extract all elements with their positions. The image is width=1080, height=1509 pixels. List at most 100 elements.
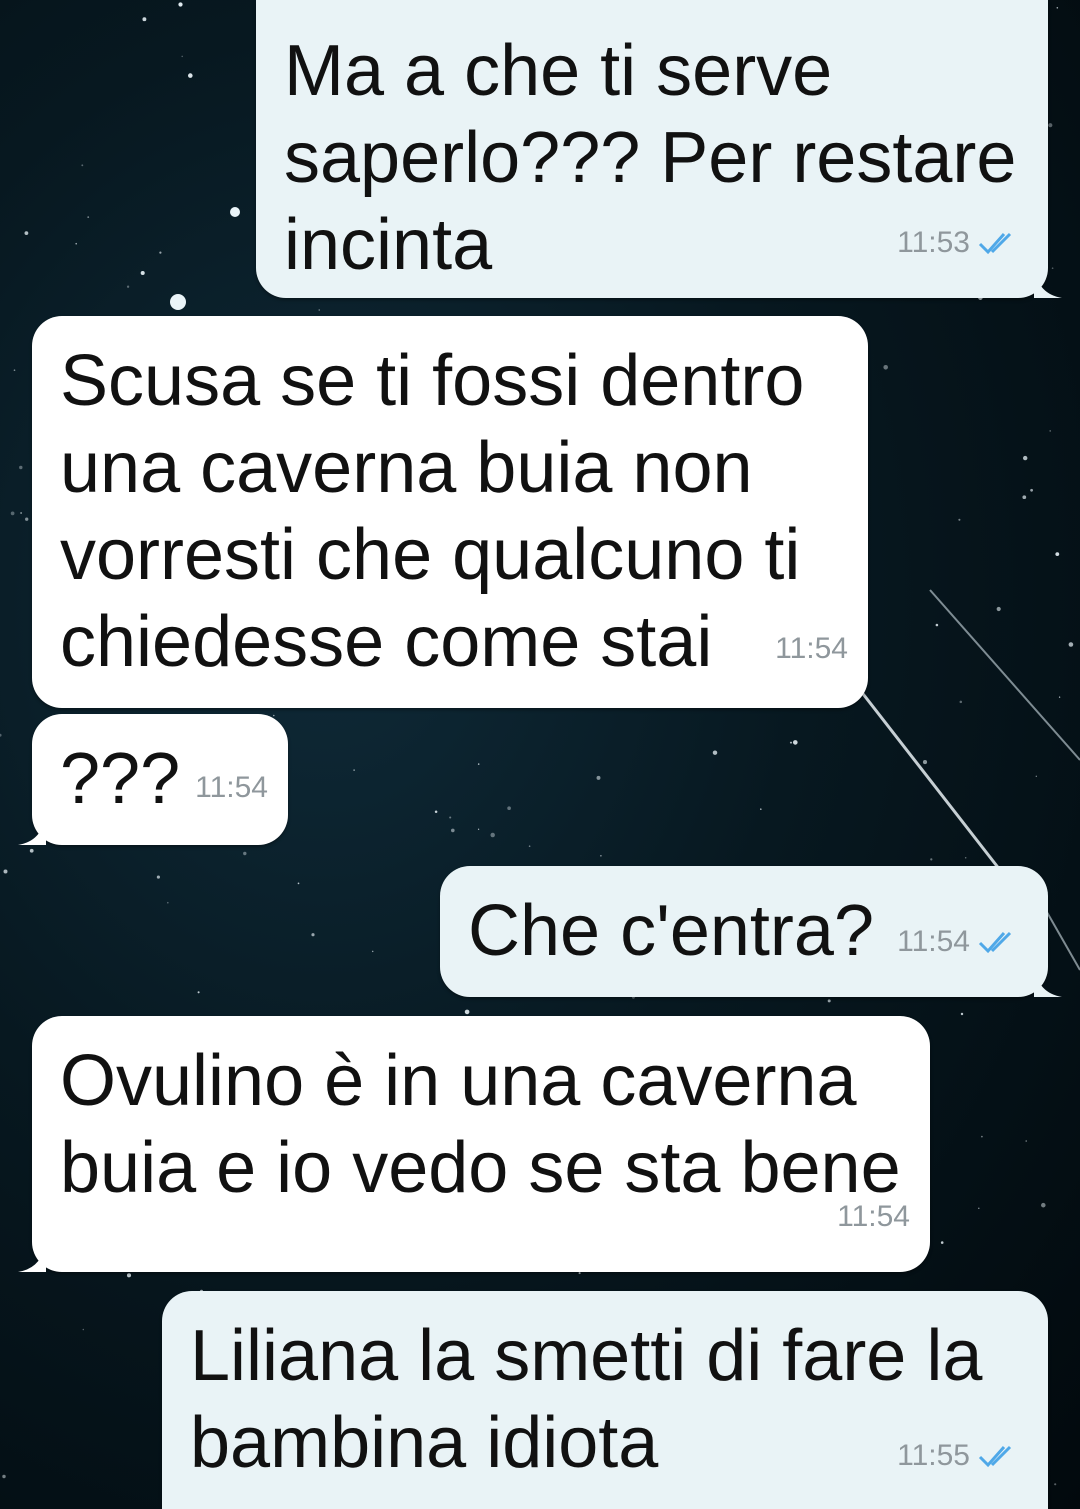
star — [827, 999, 831, 1003]
star — [490, 832, 495, 838]
star — [1025, 1140, 1027, 1142]
star — [578, 1272, 581, 1275]
star — [596, 775, 601, 780]
double-check-read-icon — [978, 1445, 1012, 1467]
star — [167, 901, 169, 904]
star — [1058, 696, 1061, 698]
star — [140, 270, 145, 276]
bubble-tail — [18, 1242, 46, 1272]
star — [1048, 123, 1053, 128]
message-meta: 11:54 — [897, 898, 1022, 985]
star — [1030, 488, 1033, 492]
star — [159, 251, 162, 254]
star — [353, 769, 355, 771]
star — [792, 740, 798, 745]
star — [178, 2, 183, 7]
star — [19, 465, 23, 470]
message-bubble-incoming[interactable]: ??? 11:54 — [18, 714, 288, 845]
star — [964, 856, 967, 859]
star — [996, 606, 1001, 612]
star — [10, 511, 15, 516]
shooting-star — [858, 689, 1002, 871]
star — [1054, 1483, 1057, 1486]
star — [371, 950, 374, 953]
message-bubble-outgoing[interactable]: Ma a che ti serve saperlo??? Per restare… — [256, 0, 1062, 298]
message-time: 11:54 — [897, 925, 970, 958]
message-time: 11:54 — [775, 632, 848, 665]
star — [981, 1135, 983, 1138]
double-check-read-icon — [978, 931, 1012, 953]
message-time: 11:53 — [897, 226, 970, 259]
star — [600, 854, 602, 857]
star — [1022, 495, 1027, 500]
star — [197, 991, 200, 994]
message-bubble-outgoing[interactable]: Che c'entra? 11:54 — [440, 866, 1062, 997]
star — [1041, 1202, 1046, 1208]
star — [3, 869, 8, 874]
star — [959, 700, 963, 704]
star — [464, 1009, 470, 1015]
star — [20, 512, 22, 514]
star — [930, 858, 933, 861]
star — [13, 369, 16, 372]
message-text: Ovulino è in una caverna buia e io vedo … — [60, 1041, 901, 1208]
shooting-star — [929, 589, 1080, 761]
bubble-tail — [1034, 967, 1062, 997]
star — [82, 1328, 85, 1331]
star — [318, 309, 320, 311]
star — [935, 623, 939, 627]
star — [126, 285, 130, 288]
message-meta: 11:54 — [837, 1173, 910, 1260]
star — [81, 164, 84, 167]
bubble-tail — [1034, 268, 1062, 298]
star — [1056, 7, 1059, 9]
star — [434, 810, 438, 813]
star — [29, 848, 34, 853]
message-time: 11:54 — [837, 1200, 910, 1233]
star — [142, 17, 147, 22]
message-meta: 11:54 — [195, 744, 268, 831]
message-text: Scusa se ti fossi dentro una caverna bui… — [60, 341, 805, 682]
star — [978, 1207, 980, 1210]
star — [75, 242, 77, 245]
star — [1068, 642, 1074, 647]
message-bubble-outgoing[interactable]: Liliana la smetti di fare la bambina idi… — [162, 1291, 1048, 1509]
message-meta: 11:53 — [897, 199, 1022, 286]
star — [507, 806, 511, 811]
star — [712, 750, 718, 755]
star — [297, 882, 300, 885]
star — [0, 733, 2, 737]
star — [87, 216, 90, 218]
star — [156, 875, 160, 879]
star — [25, 517, 29, 521]
star — [450, 828, 455, 833]
star — [528, 845, 531, 848]
double-check-read-icon — [978, 232, 1012, 254]
star — [273, 714, 275, 717]
star — [960, 1012, 964, 1016]
star — [243, 851, 247, 856]
star — [126, 1273, 132, 1278]
star — [1055, 552, 1060, 556]
star — [449, 816, 452, 819]
star — [477, 828, 480, 830]
message-meta: 11:54 — [775, 605, 848, 692]
star — [24, 231, 29, 235]
star — [883, 365, 888, 370]
star — [1023, 455, 1028, 461]
bubble-tail — [18, 815, 46, 845]
message-bubble-incoming[interactable]: Scusa se ti fossi dentro una caverna bui… — [32, 316, 868, 708]
star — [760, 808, 762, 810]
star — [958, 518, 961, 521]
star — [789, 741, 793, 744]
star — [181, 55, 183, 58]
message-time: 11:54 — [195, 771, 268, 804]
star — [1049, 430, 1051, 432]
star — [1035, 775, 1037, 777]
message-meta: 11:55 — [897, 1412, 1022, 1499]
message-bubble-incoming[interactable]: Ovulino è in una caverna buia e io vedo … — [18, 1016, 930, 1272]
star — [922, 760, 928, 765]
message-time: 11:55 — [897, 1439, 970, 1472]
star — [311, 933, 315, 937]
star — [477, 763, 480, 765]
